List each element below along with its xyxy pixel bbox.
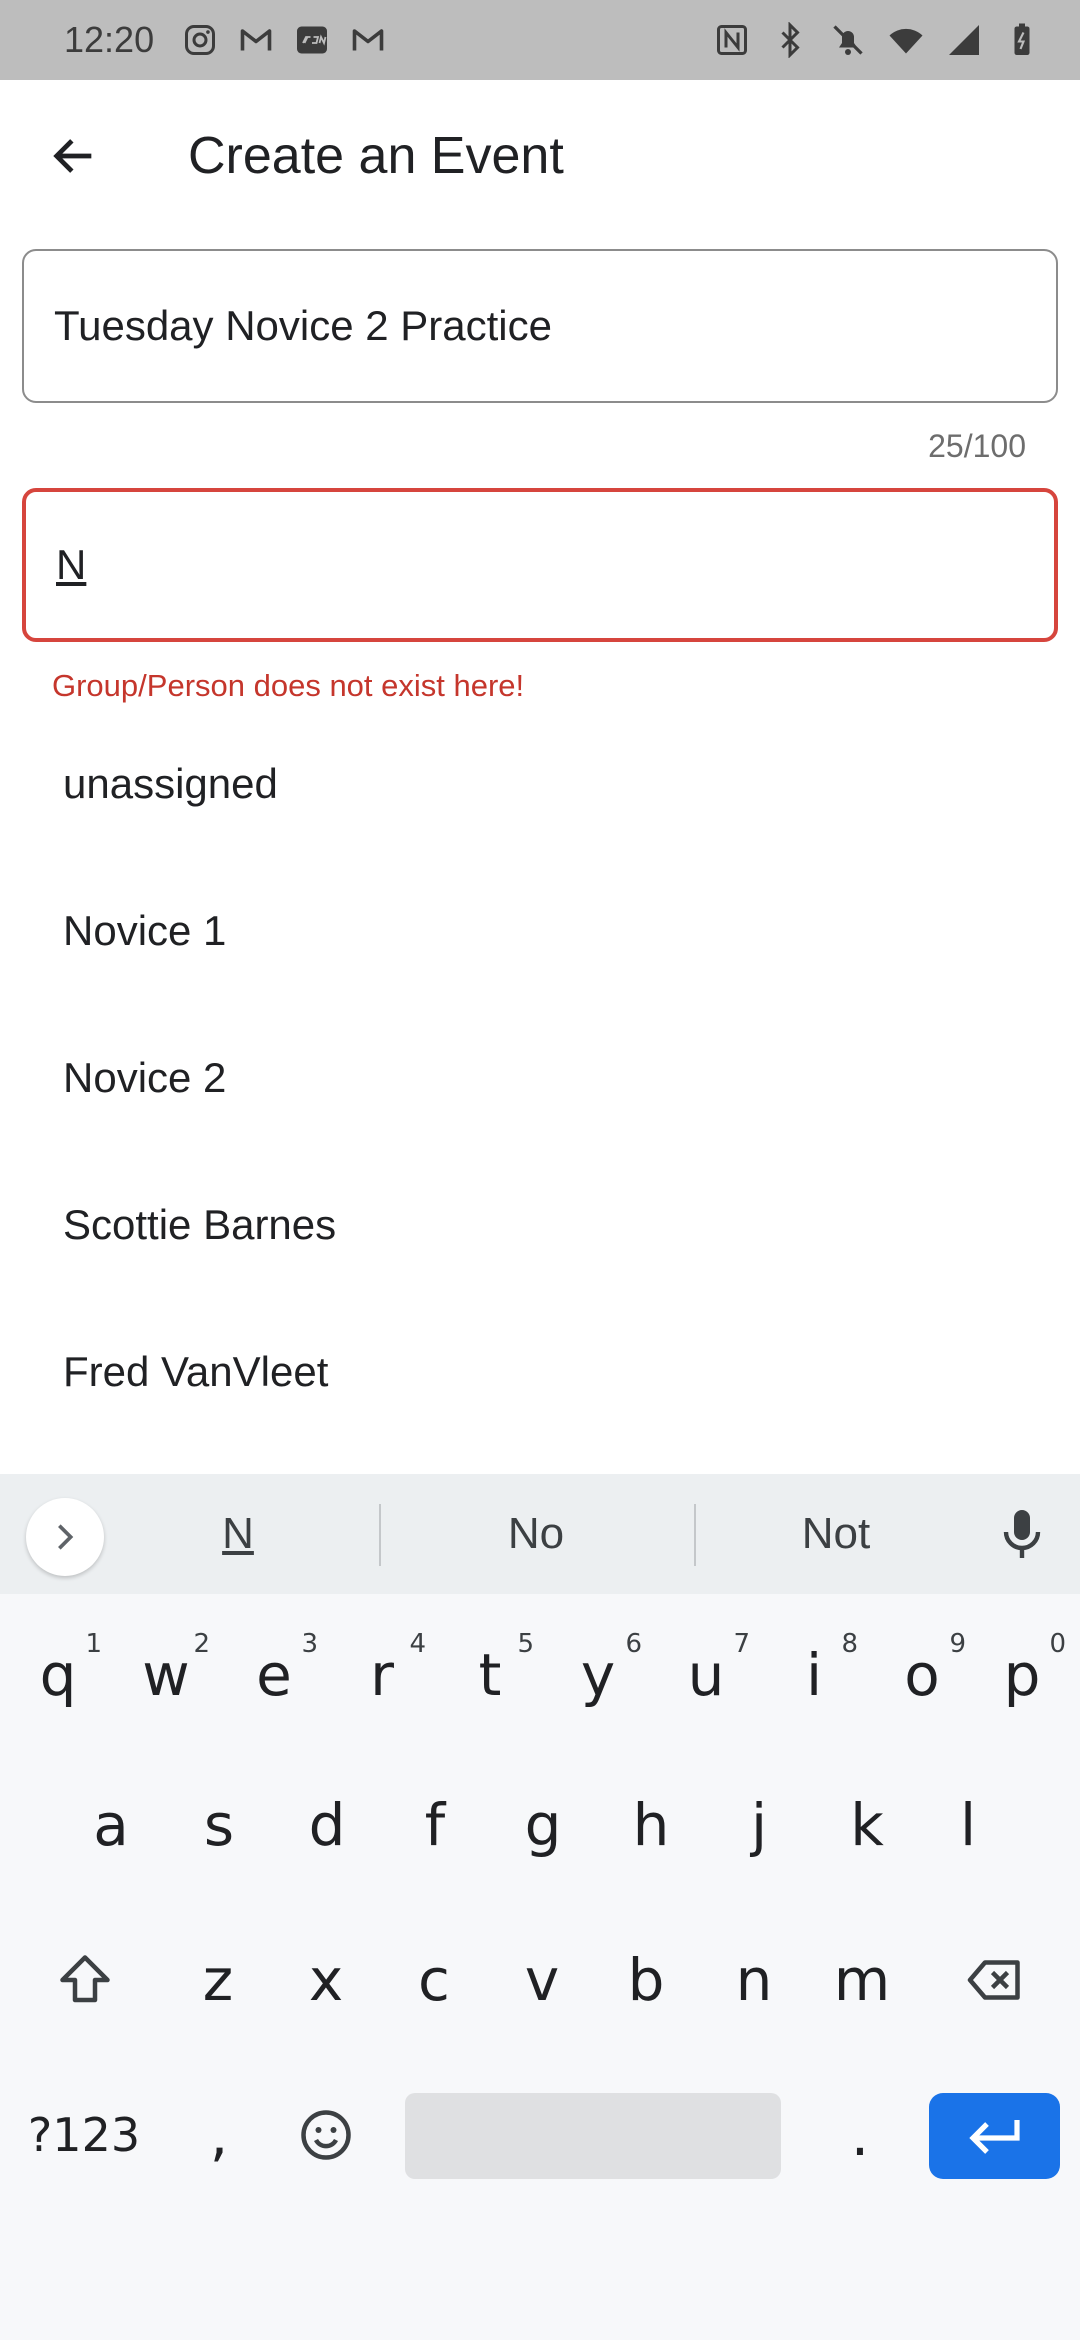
key-j[interactable]: j	[705, 1775, 813, 1875]
suggestion-item[interactable]: unassigned	[0, 710, 1080, 857]
period-key[interactable]: .	[806, 2085, 914, 2185]
key-d[interactable]: d	[273, 1775, 381, 1875]
backspace-icon	[967, 1960, 1020, 2000]
word-suggestion[interactable]: Not	[686, 1474, 986, 1594]
key-a[interactable]: a	[57, 1775, 165, 1875]
key-g[interactable]: g	[489, 1775, 597, 1875]
shift-icon	[60, 1955, 110, 2003]
key-p[interactable]: p0	[968, 1625, 1076, 1725]
chevron-right-icon	[58, 1524, 74, 1550]
status-bar: 12:20	[0, 0, 1080, 80]
key-b[interactable]: b	[592, 1930, 700, 2030]
gmail-icon	[350, 22, 386, 58]
page-title: Create an Event	[188, 127, 564, 185]
suggestion-item[interactable]: Fred VanVleet	[0, 1298, 1080, 1445]
key-h[interactable]: h	[597, 1775, 705, 1875]
bluetooth-icon	[772, 22, 808, 58]
battery-icon	[1004, 22, 1040, 58]
enter-icon	[968, 2120, 1020, 2154]
shift-key[interactable]	[30, 1930, 140, 2030]
key-v[interactable]: v	[488, 1930, 596, 2030]
comma-key[interactable]: ,	[165, 2085, 273, 2185]
tsn-icon	[294, 22, 330, 58]
character-counter: 25/100	[928, 428, 1026, 464]
word-suggestion[interactable]: No	[386, 1474, 686, 1594]
key-e[interactable]: e3	[220, 1625, 328, 1725]
suggestion-item[interactable]: Novice 1	[0, 857, 1080, 1004]
key-c[interactable]: c	[380, 1930, 488, 2030]
keyboard-suggestion-strip: N No Not	[0, 1474, 1080, 1594]
key-y[interactable]: y6	[544, 1625, 652, 1725]
suggestion-item[interactable]: Scottie Barnes	[0, 1151, 1080, 1298]
back-button[interactable]	[18, 100, 130, 212]
key-m[interactable]: m	[808, 1930, 916, 2030]
key-q[interactable]: q1	[4, 1625, 112, 1725]
group-person-field[interactable]: N	[22, 488, 1058, 642]
symbols-key[interactable]: ?123	[14, 2085, 154, 2185]
signal-icon	[946, 22, 982, 58]
suggestion-list: unassigned Novice 1 Novice 2 Scottie Bar…	[0, 710, 1080, 1445]
field-error-message: Group/Person does not exist here!	[52, 668, 525, 703]
key-w[interactable]: w2	[112, 1625, 220, 1725]
strip-divider	[379, 1504, 381, 1566]
key-z[interactable]: z	[164, 1930, 272, 2030]
event-name-value: Tuesday Novice 2 Practice	[54, 302, 552, 349]
enter-key[interactable]	[929, 2093, 1060, 2179]
instagram-icon	[182, 22, 218, 58]
status-time: 12:20	[64, 19, 155, 60]
gmail-icon	[238, 22, 274, 58]
notification-icons	[182, 22, 386, 58]
bell-off-icon	[830, 22, 866, 58]
key-u[interactable]: u7	[652, 1625, 760, 1725]
nfc-icon	[714, 22, 750, 58]
soft-keyboard: N No Not	[0, 1474, 1080, 2340]
arrow-left-icon	[53, 139, 92, 173]
key-i[interactable]: i8	[760, 1625, 868, 1725]
system-icons	[714, 22, 1040, 58]
wifi-icon	[888, 22, 924, 58]
key-r[interactable]: r4	[328, 1625, 436, 1725]
group-person-value: N	[56, 541, 87, 588]
key-o[interactable]: o9	[868, 1625, 976, 1725]
suggestion-item[interactable]: Novice 2	[0, 1004, 1080, 1151]
key-n[interactable]: n	[700, 1930, 808, 2030]
microphone-icon	[1003, 1510, 1041, 1558]
key-s[interactable]: s	[165, 1775, 273, 1875]
key-t[interactable]: t5	[436, 1625, 544, 1725]
voice-input-button[interactable]	[992, 1504, 1052, 1564]
space-key[interactable]	[405, 2093, 781, 2179]
key-l[interactable]: l	[914, 1775, 1022, 1875]
key-k[interactable]: k	[813, 1775, 921, 1875]
event-name-field[interactable]: Tuesday Novice 2 Practice	[22, 249, 1058, 403]
emoji-key[interactable]	[272, 2085, 380, 2185]
key-x[interactable]: x	[272, 1930, 380, 2030]
app-bar: Create an Event	[0, 80, 1080, 232]
emoji-icon	[301, 2110, 351, 2160]
key-f[interactable]: f	[381, 1775, 489, 1875]
backspace-key[interactable]	[935, 1930, 1055, 2030]
word-suggestion[interactable]: N	[88, 1474, 388, 1594]
